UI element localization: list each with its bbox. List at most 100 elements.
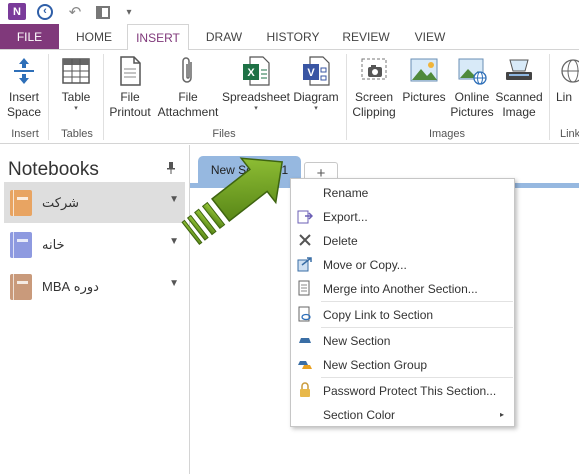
tab-file[interactable]: FILE [0,24,59,49]
svg-text:X: X [247,67,255,79]
table-icon [59,54,93,88]
insert-space-icon [7,54,41,88]
menu-item-new-section-group[interactable]: New Section Group [291,353,514,376]
group-label-links: Link [560,128,579,140]
notebook-item-0[interactable]: شرکت ▼ [4,182,185,223]
menu-item-section-color[interactable]: Section Color ▸ [291,403,514,426]
insert-space-label-2: Space [6,105,42,119]
menu-item-new-section[interactable]: New Section [291,329,514,352]
new-section-group-icon [297,356,313,372]
menu-item-password-protect[interactable]: Password Protect This Section... [291,379,514,402]
menu-item-label: Move or Copy... [323,257,407,272]
diagram-button[interactable]: V Diagram ▾ [290,54,342,126]
online-pictures-label-2: Pictures [450,105,494,119]
notebook-icon [10,273,32,300]
lock-icon [297,382,313,398]
scanned-image-label-1: Scanned [495,90,543,104]
group-label-files: Files [212,128,236,140]
notebook-icon [10,189,32,216]
tab-review[interactable]: REVIEW [336,24,396,49]
file-printout-button[interactable]: File Printout [104,54,156,126]
screen-clipping-label-1: Screen [354,90,394,104]
dock-icon[interactable] [94,3,112,21]
section-tab-new-section-1[interactable]: New Section 1 [198,156,301,184]
move-copy-icon [297,256,313,272]
menu-separator [321,301,513,302]
table-button[interactable]: Table ▾ [54,54,98,126]
copy-link-icon [297,306,313,322]
insert-space-button[interactable]: Insert Space [2,54,46,126]
menu-item-merge[interactable]: Merge into Another Section... [291,277,514,300]
ribbon-tabs: FILE HOME INSERT DRAW HISTORY REVIEW VIE… [0,24,579,50]
file-printout-label-1: File [120,90,140,104]
menu-item-copy-link[interactable]: Copy Link to Section [291,303,514,326]
tab-insert[interactable]: INSERT [127,24,189,50]
group-separator [549,54,550,140]
notebook-item-2[interactable]: دوره MBA ▼ [4,266,185,307]
online-pictures-button[interactable]: Online Pictures [448,54,496,126]
menu-item-label: New Section [323,333,391,348]
menu-item-label: Merge into Another Section... [323,281,478,296]
scanner-icon [502,54,536,88]
menu-item-move-copy[interactable]: Move or Copy... [291,253,514,276]
online-pictures-icon [455,54,489,88]
onenote-window: N ‹ ↶ ▾ FILE HOME INSERT DRAW HISTORY RE… [0,0,579,474]
menu-item-label: Rename [323,185,369,200]
quick-access-toolbar: N ‹ ↶ ▾ [0,0,579,24]
chevron-down-icon[interactable]: ▼ [169,194,179,205]
submenu-arrow-icon: ▸ [499,410,504,419]
chevron-down-icon[interactable]: ▼ [169,236,179,247]
notebooks-pane: Notebooks شرکت ▼ خانه ▼ دوره MBA ▼ [0,145,190,474]
diagram-label: Diagram [293,90,339,104]
menu-item-label: New Section Group [323,357,428,372]
file-attachment-button[interactable]: File Attachment [156,54,220,126]
link-globe-icon [556,54,579,88]
tab-history[interactable]: HISTORY [258,24,328,49]
spreadsheet-button[interactable]: X Spreadsheet ▾ [222,54,290,126]
delete-x-icon [297,232,313,248]
scanned-image-button[interactable]: Scanned Image [494,54,544,126]
menu-separator [321,327,513,328]
menu-separator [321,377,513,378]
spreadsheet-label: Spreadsheet [221,90,291,104]
back-arrow-icon[interactable]: ‹ [36,3,54,21]
menu-item-delete[interactable]: Delete [291,229,514,252]
pin-icon[interactable] [166,162,176,177]
menu-item-label: Password Protect This Section... [323,383,497,398]
tab-home[interactable]: HOME [60,24,128,49]
menu-item-export[interactable]: Export... [291,205,514,228]
pictures-button[interactable]: Pictures [400,54,448,126]
notebook-item-1[interactable]: خانه ▼ [4,224,185,265]
undo-icon[interactable]: ↶ [66,3,84,21]
spreadsheet-dropdown-icon: ▾ [254,105,258,112]
notebook-label: دوره MBA [42,278,99,294]
group-label-tables: Tables [61,128,93,140]
group-label-images: Images [428,128,466,140]
section-context-menu: Rename Export... Delete Move or Copy... … [290,178,515,427]
insert-space-label-1: Insert [8,90,39,104]
notebook-label: خانه [42,236,65,252]
file-attachment-label-2: Attachment [157,105,219,119]
file-printout-icon [113,54,147,88]
chevron-down-icon[interactable]: ▼ [169,278,179,289]
insert-ribbon: Insert Space Table ▾ File Printout File … [0,49,579,144]
notebooks-title: Notebooks [8,159,99,180]
group-separator [346,54,347,140]
new-section-icon [297,332,313,348]
menu-item-label: Section Color [323,407,396,422]
file-printout-label-2: Printout [109,105,151,119]
menu-item-label: Delete [323,233,358,248]
customize-dropdown-icon[interactable]: ▾ [120,3,138,21]
tab-draw[interactable]: DRAW [196,24,252,49]
notebook-label: شرکت [42,194,80,210]
visio-icon: V [299,54,333,88]
menu-item-rename[interactable]: Rename [291,181,514,204]
pictures-icon [407,54,441,88]
pictures-label: Pictures [402,90,446,104]
link-label: Lin [556,90,573,104]
screen-clipping-button[interactable]: Screen Clipping [348,54,400,126]
link-button[interactable]: Lin [556,54,579,126]
tab-view[interactable]: VIEW [404,24,456,49]
diagram-dropdown-icon: ▾ [314,105,318,112]
table-label: Table [61,90,91,104]
